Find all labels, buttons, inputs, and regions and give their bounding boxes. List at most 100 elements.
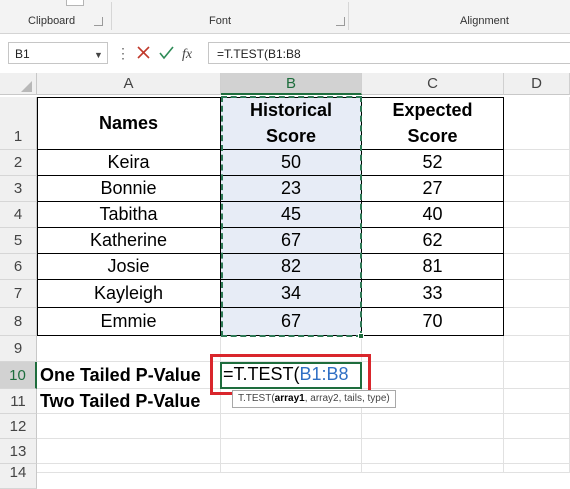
label-two-tailed-p-value: Two Tailed P-Value bbox=[40, 390, 201, 411]
cell-d1[interactable] bbox=[504, 97, 570, 150]
cell-expected[interactable]: 81 bbox=[362, 254, 504, 280]
cell-d11[interactable] bbox=[504, 389, 570, 414]
font-launcher-icon[interactable] bbox=[336, 17, 345, 26]
cell-historical[interactable]: 67 bbox=[221, 308, 362, 336]
cell-d[interactable] bbox=[504, 254, 570, 280]
tooltip-current-argument: array1 bbox=[274, 393, 305, 404]
cell-d14[interactable] bbox=[504, 464, 570, 473]
cell-historical[interactable]: 34 bbox=[221, 280, 362, 308]
column-header-c[interactable]: C bbox=[362, 73, 504, 95]
cell-d[interactable] bbox=[504, 150, 570, 176]
row-header-1[interactable]: 1 bbox=[0, 97, 37, 150]
cell-b13[interactable] bbox=[221, 439, 362, 464]
cell-expected[interactable]: 40 bbox=[362, 202, 504, 228]
cell-a1[interactable]: Names bbox=[37, 97, 221, 150]
cell-name[interactable]: Katherine bbox=[37, 228, 221, 254]
clipboard-launcher-icon[interactable] bbox=[94, 17, 103, 26]
cell-c13[interactable] bbox=[362, 439, 504, 464]
format-painter-icon[interactable] bbox=[66, 0, 84, 6]
row-header-3[interactable]: 3 bbox=[0, 176, 37, 202]
row-header-12[interactable]: 12 bbox=[0, 414, 37, 439]
row-header-13[interactable]: 13 bbox=[0, 439, 37, 464]
tooltip-function-name: T.TEST( bbox=[238, 393, 275, 404]
range-resize-handle[interactable] bbox=[358, 333, 364, 339]
ribbon-separator bbox=[111, 2, 112, 30]
cell-name[interactable]: Tabitha bbox=[37, 202, 221, 228]
cell-d9[interactable] bbox=[504, 336, 570, 362]
name-box[interactable]: B1 bbox=[8, 42, 108, 64]
cell-name[interactable]: Kayleigh bbox=[37, 280, 221, 308]
cell-b9[interactable] bbox=[221, 336, 362, 362]
cell-expected[interactable]: 52 bbox=[362, 150, 504, 176]
fx-icon[interactable]: fx bbox=[182, 47, 193, 62]
row-header-6[interactable]: 6 bbox=[0, 254, 37, 280]
cell-d10[interactable] bbox=[504, 362, 570, 389]
row-header-7[interactable]: 7 bbox=[0, 280, 37, 308]
cell-c10[interactable] bbox=[362, 362, 504, 389]
cell-b10-formula: =T.TEST(B1:B8 bbox=[223, 364, 349, 385]
header-historical-line1: Historical bbox=[249, 100, 333, 120]
cell-historical[interactable]: 50 bbox=[221, 150, 362, 176]
cell-expected[interactable]: 33 bbox=[362, 280, 504, 308]
cell-historical[interactable]: 23 bbox=[221, 176, 362, 202]
cell-b12[interactable] bbox=[221, 414, 362, 439]
cancel-icon[interactable] bbox=[137, 46, 150, 59]
cell-expected[interactable]: 27 bbox=[362, 176, 504, 202]
ribbon-separator bbox=[348, 2, 349, 30]
ribbon-group-font: Font bbox=[209, 15, 232, 27]
cell-d[interactable] bbox=[504, 228, 570, 254]
cell-c1[interactable]: Expected Score bbox=[362, 97, 504, 150]
cell-d[interactable] bbox=[504, 308, 570, 336]
cell-name[interactable]: Josie bbox=[37, 254, 221, 280]
column-header-b[interactable]: B bbox=[221, 73, 362, 95]
cell-c14[interactable] bbox=[362, 464, 504, 473]
cell-historical[interactable]: 45 bbox=[221, 202, 362, 228]
formula-input[interactable]: =T.TEST(B1:B8 bbox=[208, 42, 570, 64]
cell-b14[interactable] bbox=[221, 464, 362, 473]
cell-a13[interactable] bbox=[37, 439, 221, 464]
ribbon-group-alignment: Alignment bbox=[460, 15, 509, 27]
cell-name[interactable]: Keira bbox=[37, 150, 221, 176]
header-historical-line2: Score bbox=[265, 126, 317, 146]
formula-prefix: =T.TEST( bbox=[223, 364, 300, 384]
row-header-5[interactable]: 5 bbox=[0, 228, 37, 254]
header-names: Names bbox=[98, 112, 159, 133]
cell-a10[interactable]: One Tailed P-Value bbox=[37, 362, 221, 389]
cell-a14[interactable] bbox=[37, 464, 221, 473]
cell-a11[interactable]: Two Tailed P-Value bbox=[37, 389, 221, 414]
cell-c12[interactable] bbox=[362, 414, 504, 439]
cell-b1[interactable]: Historical Score bbox=[221, 97, 362, 150]
header-expected-line1: Expected bbox=[392, 100, 473, 120]
cell-expected[interactable]: 70 bbox=[362, 308, 504, 336]
formula-bar-buttons: fx bbox=[128, 42, 206, 64]
name-box-dropdown-icon[interactable]: ▼ bbox=[94, 50, 103, 60]
cell-d[interactable] bbox=[504, 280, 570, 308]
cell-d[interactable] bbox=[504, 202, 570, 228]
cell-historical[interactable]: 82 bbox=[221, 254, 362, 280]
cell-c9[interactable] bbox=[362, 336, 504, 362]
function-argument-tooltip[interactable]: T.TEST(array1, array2, tails, type) bbox=[232, 390, 396, 408]
row-header-8[interactable]: 8 bbox=[0, 308, 37, 336]
row-header-10[interactable]: 10 bbox=[0, 362, 37, 389]
row-header-11[interactable]: 11 bbox=[0, 389, 37, 414]
svg-text:fx: fx bbox=[182, 47, 193, 62]
cell-name[interactable]: Emmie bbox=[37, 308, 221, 336]
cell-d13[interactable] bbox=[504, 439, 570, 464]
select-all-icon bbox=[21, 81, 32, 92]
enter-icon[interactable] bbox=[159, 46, 174, 60]
cell-d12[interactable] bbox=[504, 414, 570, 439]
cell-expected[interactable]: 62 bbox=[362, 228, 504, 254]
cell-a9[interactable] bbox=[37, 336, 221, 362]
row-header-4[interactable]: 4 bbox=[0, 202, 37, 228]
row-header-2[interactable]: 2 bbox=[0, 150, 37, 176]
tooltip-remaining-arguments: , array2, tails, type) bbox=[304, 393, 390, 404]
row-header-14[interactable]: 14 bbox=[0, 464, 37, 489]
row-header-9[interactable]: 9 bbox=[0, 336, 37, 362]
column-header-a[interactable]: A bbox=[37, 73, 221, 95]
cell-d[interactable] bbox=[504, 176, 570, 202]
cell-name[interactable]: Bonnie bbox=[37, 176, 221, 202]
cell-a12[interactable] bbox=[37, 414, 221, 439]
ribbon-group-clipboard: Clipboard bbox=[28, 15, 76, 27]
column-header-d[interactable]: D bbox=[504, 73, 570, 95]
cell-historical[interactable]: 67 bbox=[221, 228, 362, 254]
